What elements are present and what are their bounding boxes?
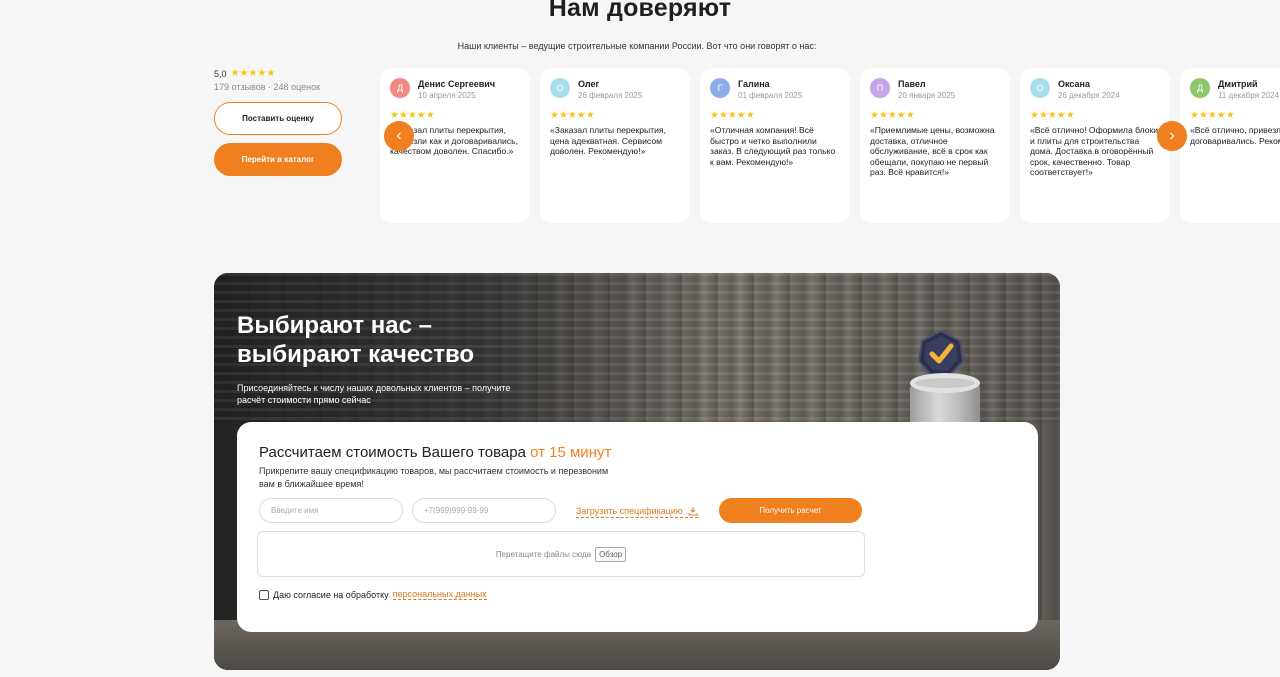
form-title-accent: от 15 минут <box>530 444 612 461</box>
carousel-next-button[interactable]: › <box>1157 121 1187 151</box>
form-description: Прикрепите вашу спецификацию товаров, мы… <box>259 466 609 489</box>
promo-title-line1: Выбирают нас – <box>237 312 432 339</box>
review-card: Д Дмитрий 11 декабря 2024 ★★★★★ «Всё отл… <box>1180 68 1280 223</box>
review-stars-icon: ★★★★★ <box>1030 110 1075 121</box>
avatar: Д <box>1190 78 1210 98</box>
consent-text: Даю согласие на обработку <box>273 589 389 600</box>
page-title: Нам доверяют <box>548 0 732 22</box>
review-date: 11 декабря 2024 <box>1218 91 1280 100</box>
review-stars-icon: ★★★★★ <box>710 110 755 121</box>
review-stars-icon: ★★★★★ <box>390 110 435 121</box>
form-title: Рассчитаем стоимость Вашего товара от 15… <box>259 444 611 461</box>
consent-checkbox[interactable] <box>259 589 269 600</box>
rating-summary: 5,0 ★★★★★ 179 отзывов · 248 оценок <box>214 68 320 92</box>
review-card: О Оксана 26 декабря 2024 ★★★★★ «Всё отли… <box>1020 68 1170 223</box>
form-title-text: Рассчитаем стоимость Вашего товара <box>259 444 526 461</box>
quality-badge-icon <box>917 329 965 378</box>
review-card: О Олег 26 февраля 2025 ★★★★★ «Заказал пл… <box>540 68 690 223</box>
review-date: 20 января 2025 <box>898 91 956 100</box>
review-card: П Павел 20 января 2025 ★★★★★ «Приемлимые… <box>860 68 1010 223</box>
phone-input[interactable]: +7(999)999-99-99 <box>412 498 556 523</box>
personal-data-link[interactable]: персональных данных <box>392 589 487 600</box>
rating-stars-icon: ★★★★★ <box>230 68 276 79</box>
browse-button[interactable]: Обзор <box>595 546 627 562</box>
avatar: Д <box>390 78 410 98</box>
catalog-button[interactable]: Перейти в каталог <box>214 143 342 176</box>
review-stars-icon: ★★★★★ <box>1190 110 1235 121</box>
review-date: 26 февраля 2025 <box>578 91 643 100</box>
rating-separator: · <box>268 82 272 92</box>
review-card: Г Галина 01 февраля 2025 ★★★★★ «Отличная… <box>700 68 850 223</box>
review-date: 01 февраля 2025 <box>738 91 803 100</box>
chevron-left-icon: ‹ <box>396 127 402 144</box>
promo-description: Присоединяйтесь к числу наших довольных … <box>237 383 511 405</box>
ratings-count: 248 оценок <box>273 82 321 92</box>
calculation-form: Рассчитаем стоимость Вашего товара от 15… <box>237 422 1038 632</box>
name-input[interactable]: Введите имя <box>259 498 403 523</box>
page-subtitle: Наши клиенты – ведущие строительные комп… <box>457 41 817 51</box>
ring-top <box>910 373 980 393</box>
download-icon <box>688 507 698 516</box>
review-text: «Приемлимые цены, возможна доставка, отл… <box>870 125 995 178</box>
avatar: О <box>550 78 570 98</box>
consent-row: Даю согласие на обработку персональных д… <box>259 589 487 600</box>
review-text: «Всё отлично, привезли как договаривалис… <box>1190 125 1280 146</box>
get-calculation-button[interactable]: Получить расчет <box>719 498 862 523</box>
avatar: О <box>1030 78 1050 98</box>
upload-specification-link[interactable]: Загрузить спецификацию <box>576 506 698 518</box>
review-date: 26 декабря 2024 <box>1058 91 1120 100</box>
review-author: Галина <box>738 79 770 89</box>
file-dropzone[interactable]: Перетащите файлы сюда Обзор <box>257 531 865 577</box>
rate-button[interactable]: Поставить оценку <box>214 102 342 135</box>
review-text: «Заказал плиты перекрытия, цена адекватн… <box>550 125 666 157</box>
reviews-carousel: Д Денис Сергеевич 10 апреля 2025 ★★★★★ «… <box>380 68 1280 224</box>
review-author: Денис Сергеевич <box>418 79 496 89</box>
review-date: 10 апреля 2025 <box>418 91 476 100</box>
upload-label: Загрузить спецификацию <box>576 506 683 516</box>
review-text: «Отличная компания! Всё быстро и четко в… <box>710 125 836 167</box>
promo-title-line2: выбирают качество <box>237 341 475 368</box>
review-stars-icon: ★★★★★ <box>870 110 915 121</box>
review-author: Дмитрий <box>1218 79 1258 89</box>
reviews-count: 179 отзывов <box>214 82 266 92</box>
carousel-prev-button[interactable]: ‹ <box>384 121 414 151</box>
review-author: Оксана <box>1058 79 1090 89</box>
review-author: Павел <box>898 79 926 89</box>
chevron-right-icon: › <box>1169 127 1175 144</box>
review-author: Олег <box>578 79 600 89</box>
review-text: «Всё отлично! Оформила блоки и плиты для… <box>1030 125 1159 178</box>
avatar: Г <box>710 78 730 98</box>
review-stars-icon: ★★★★★ <box>550 110 595 121</box>
promo-title: Выбирают нас – выбирают качество <box>237 311 474 369</box>
dropzone-text: Перетащите файлы сюда <box>495 549 592 559</box>
rating-score: 5,0 <box>214 68 227 79</box>
avatar: П <box>870 78 890 98</box>
